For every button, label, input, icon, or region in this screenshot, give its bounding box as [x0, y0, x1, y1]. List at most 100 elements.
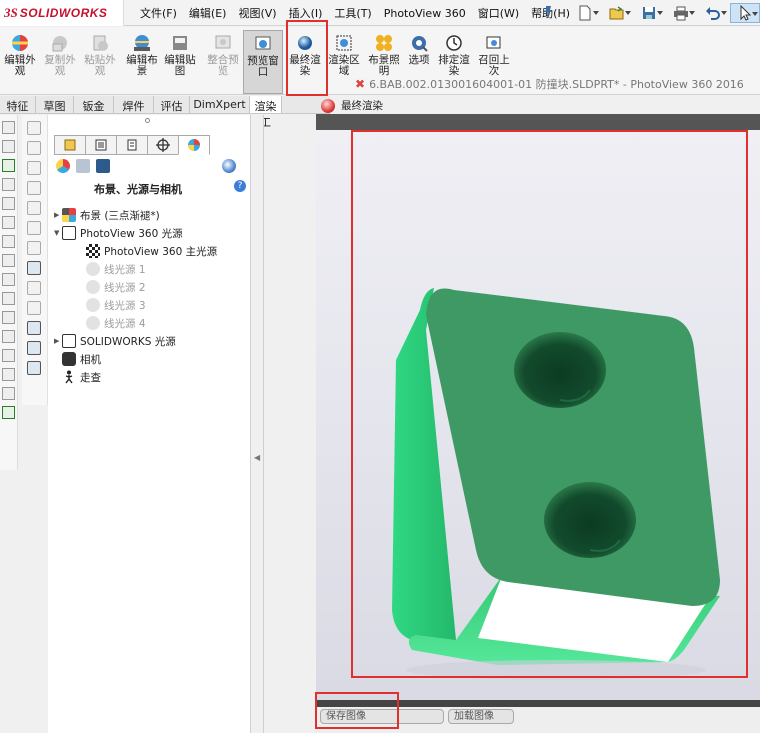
toolbar-tool-icon[interactable]: [27, 141, 41, 155]
annotation-icon[interactable]: [2, 235, 15, 248]
annotation-icon[interactable]: [2, 121, 15, 134]
help-icon[interactable]: ?: [234, 180, 246, 192]
scene-lights-cameras-icon[interactable]: [96, 159, 110, 173]
collapse-arrow-icon[interactable]: ▼: [54, 229, 62, 237]
edit-appearance-button[interactable]: 编辑外观: [0, 33, 40, 77]
tree-item-scene[interactable]: ▶ 布景 (三点渐褪*): [54, 207, 160, 223]
integrated-preview-button[interactable]: 整合预览: [203, 33, 243, 77]
tree-item-solidworks-lights[interactable]: ▶ SOLIDWORKS 光源: [54, 333, 176, 349]
bulb-icon: [86, 262, 100, 276]
toolbar-tool-icon[interactable]: [27, 181, 41, 195]
toolbar-tool-icon[interactable]: [27, 221, 41, 235]
tab-feature-manager[interactable]: [54, 135, 86, 155]
tab-property-manager[interactable]: [85, 135, 117, 155]
tab-evaluate[interactable]: 评估: [154, 96, 190, 113]
appearances-view-icon[interactable]: [56, 159, 70, 173]
schedule-render-button[interactable]: 排定渲染: [434, 33, 474, 77]
annotation-icon[interactable]: [2, 368, 15, 381]
save-button[interactable]: [634, 3, 664, 23]
toolbar-tool-icon[interactable]: [27, 241, 41, 255]
tab-sheetmetal[interactable]: 钣金: [74, 96, 114, 113]
options-button[interactable]: 选项: [399, 33, 439, 66]
menu-window[interactable]: 窗口(W): [478, 5, 519, 21]
tab-dimxpert[interactable]: DimXpert: [190, 96, 250, 113]
configuration-icon: [127, 139, 137, 151]
annotation-icon[interactable]: [2, 387, 15, 400]
tab-configuration-manager[interactable]: [116, 135, 148, 155]
copy-appearance-button[interactable]: 复制外观: [40, 33, 80, 77]
tab-display-manager[interactable]: [178, 135, 210, 155]
menu-edit[interactable]: 编辑(E): [189, 5, 227, 21]
clock-icon: [446, 35, 462, 51]
toolbar-tool-icon[interactable]: [27, 161, 41, 175]
tree-item-line-light-4[interactable]: 线光源 4: [86, 315, 146, 331]
menu-photoview[interactable]: PhotoView 360: [384, 7, 466, 20]
highlight-rendered-image: [351, 130, 748, 678]
render-region-button[interactable]: 渲染区域: [324, 33, 364, 77]
undo-button[interactable]: [698, 3, 728, 23]
ribbon-label-line2: 景: [136, 65, 148, 77]
annotation-icon[interactable]: [2, 216, 15, 229]
tree-item-line-light-1[interactable]: 线光源 1: [86, 261, 146, 277]
scene-lighting-button[interactable]: 布景照明: [364, 33, 404, 77]
new-button[interactable]: [570, 3, 600, 23]
menu-view[interactable]: 视图(V): [238, 5, 276, 21]
edit-decal-button[interactable]: 编辑贴图: [160, 33, 200, 77]
tab-features[interactable]: 特征: [0, 96, 36, 113]
expand-arrow-icon[interactable]: ▶: [54, 337, 62, 345]
menu-tools[interactable]: 工具(T): [334, 5, 371, 21]
load-image-button[interactable]: 加载图像: [448, 709, 514, 724]
panel-splitter[interactable]: ◀: [251, 115, 264, 733]
print-button[interactable]: [666, 3, 696, 23]
pin-icon[interactable]: [541, 5, 555, 19]
toolbar-tool-icon[interactable]: [27, 281, 41, 295]
tree-item-line-light-2[interactable]: 线光源 2: [86, 279, 146, 295]
solidworks-logo[interactable]: 3S SOLIDWORKS: [0, 0, 124, 26]
tab-render-tools[interactable]: 渲染工: [250, 96, 282, 129]
panel-handle-icon[interactable]: [145, 118, 150, 123]
annotation-icon[interactable]: [2, 292, 15, 305]
toolbar-tool-icon[interactable]: [27, 121, 41, 135]
preview-window-button[interactable]: 预览窗口: [243, 30, 283, 94]
annotation-icon[interactable]: [2, 273, 15, 286]
tab-sketch[interactable]: 草图: [36, 96, 74, 113]
tree-item-photoview-lights[interactable]: ▼ PhotoView 360 光源: [54, 225, 183, 241]
expand-arrow-icon[interactable]: ▶: [54, 211, 62, 219]
undo-icon: [706, 7, 720, 20]
toolbar-tool-icon[interactable]: [27, 201, 41, 215]
text-annotation-icon[interactable]: [2, 159, 15, 172]
annotation-icon[interactable]: [2, 349, 15, 362]
select-arrow-icon: [740, 5, 752, 21]
tree-item-line-light-3[interactable]: 线光源 3: [86, 297, 146, 313]
solidworks-window: 3S SOLIDWORKS 文件(F) 编辑(E) 视图(V) 插入(I) 工具…: [0, 0, 760, 733]
tab-dimxpert-manager[interactable]: [147, 135, 179, 155]
tree-item-walkthrough[interactable]: 走查: [62, 369, 101, 385]
tab-weldments[interactable]: 焊件: [114, 96, 154, 113]
recall-last-render-button[interactable]: 召回上次: [474, 33, 514, 77]
highlight-save-image: [315, 692, 399, 729]
decals-view-icon[interactable]: [76, 159, 90, 173]
tree-item-main-light[interactable]: PhotoView 360 主光源: [86, 243, 217, 259]
color-swatch-icon[interactable]: [2, 406, 15, 419]
toolbar-tool-icon[interactable]: [27, 361, 41, 375]
annotation-icon[interactable]: [2, 311, 15, 324]
edit-scene-button[interactable]: 编辑布景: [122, 33, 162, 77]
photoview-options-icon[interactable]: [222, 159, 236, 173]
menu-insert[interactable]: 插入(I): [289, 5, 323, 21]
annotation-icon[interactable]: [2, 254, 15, 267]
toolbar-tool-icon[interactable]: [27, 321, 41, 335]
annotation-icon[interactable]: [2, 178, 15, 191]
select-button[interactable]: [730, 3, 760, 23]
close-icon[interactable]: ✖: [355, 77, 365, 91]
annotation-icon[interactable]: [2, 330, 15, 343]
tree-item-camera[interactable]: 相机: [62, 351, 101, 367]
menu-file[interactable]: 文件(F): [140, 5, 177, 21]
toolbar-tool-icon[interactable]: [27, 341, 41, 355]
toolbar-tool-icon[interactable]: [27, 261, 41, 275]
toolbar-tool-icon[interactable]: [27, 301, 41, 315]
annotation-icon[interactable]: [2, 197, 15, 210]
annotation-icon[interactable]: [2, 140, 15, 153]
paste-appearance-button[interactable]: 粘贴外观: [80, 33, 120, 77]
collapse-chevron-icon[interactable]: ◀: [254, 453, 260, 462]
open-button[interactable]: [602, 3, 632, 23]
